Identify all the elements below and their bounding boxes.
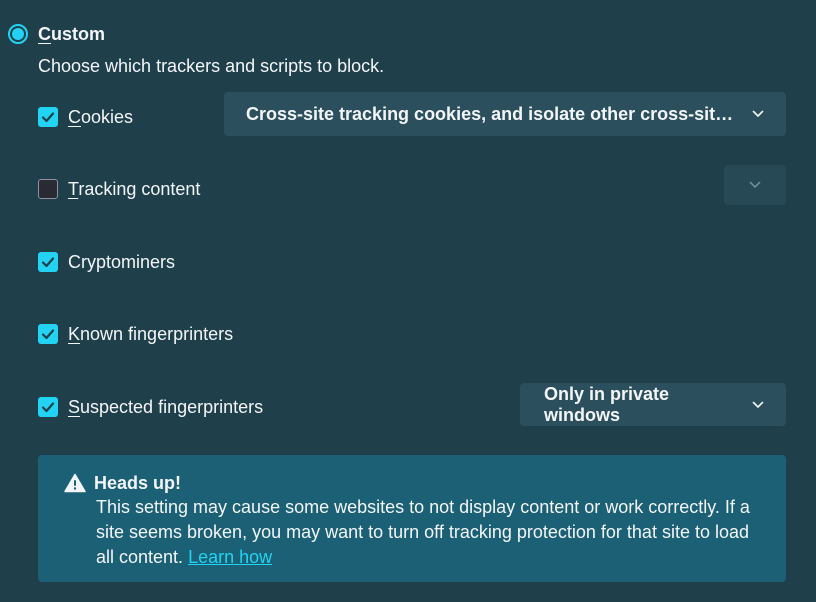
cryptominers-label: Cryptominers	[68, 252, 176, 272]
checkmark-icon	[41, 329, 55, 340]
warning-title-row: Heads up!	[64, 471, 762, 495]
tracking-content-checkbox[interactable]	[38, 179, 58, 199]
cookies-dropdown-value: Cross-site tracking cookies, and isolate…	[246, 103, 740, 124]
option-tracking-content[interactable]: Tracking content	[38, 177, 200, 201]
chevron-down-icon	[752, 110, 764, 118]
heads-up-warning: Heads up! This setting may cause some we…	[38, 455, 786, 582]
known-fingerprinters-label: Known fingerprinters	[68, 324, 234, 344]
tracking-content-label: Tracking content	[68, 179, 201, 199]
custom-description: Choose which trackers and scripts to blo…	[38, 56, 385, 76]
radio-selected-icon[interactable]	[8, 24, 28, 44]
chevron-down-icon	[749, 181, 761, 189]
cookies-dropdown[interactable]: Cross-site tracking cookies, and isolate…	[224, 92, 786, 136]
radio-dot	[12, 28, 24, 40]
warning-body: This setting may cause some websites to …	[96, 495, 762, 570]
option-cookies[interactable]: Cookies	[38, 105, 133, 129]
checkmark-icon	[41, 257, 55, 268]
suspected-fingerprinters-dropdown[interactable]: Only in private windows	[520, 383, 786, 426]
option-cryptominers[interactable]: Cryptominers	[38, 250, 175, 274]
cryptominers-checkbox[interactable]	[38, 252, 58, 272]
warning-title: Heads up!	[94, 473, 182, 493]
warning-triangle-icon	[64, 473, 86, 493]
checkmark-icon	[41, 112, 55, 123]
custom-radio-option[interactable]: Custom	[8, 22, 105, 46]
cookies-checkbox[interactable]	[38, 107, 58, 127]
suspected-fingerprinters-label: Suspected fingerprinters	[68, 397, 264, 417]
suspected-fingerprinters-checkbox[interactable]	[38, 397, 58, 417]
option-known-fingerprinters[interactable]: Known fingerprinters	[38, 322, 233, 346]
custom-label: Custom	[38, 24, 105, 44]
option-suspected-fingerprinters[interactable]: Suspected fingerprinters	[38, 395, 263, 419]
tracking-content-dropdown[interactable]	[724, 165, 786, 205]
known-fingerprinters-checkbox[interactable]	[38, 324, 58, 344]
checkmark-icon	[41, 402, 55, 413]
suspected-fingerprinters-dropdown-value: Only in private windows	[544, 383, 670, 425]
cookies-label: Cookies	[68, 107, 134, 127]
learn-how-link[interactable]: Learn how	[188, 547, 272, 567]
chevron-down-icon	[752, 401, 764, 409]
